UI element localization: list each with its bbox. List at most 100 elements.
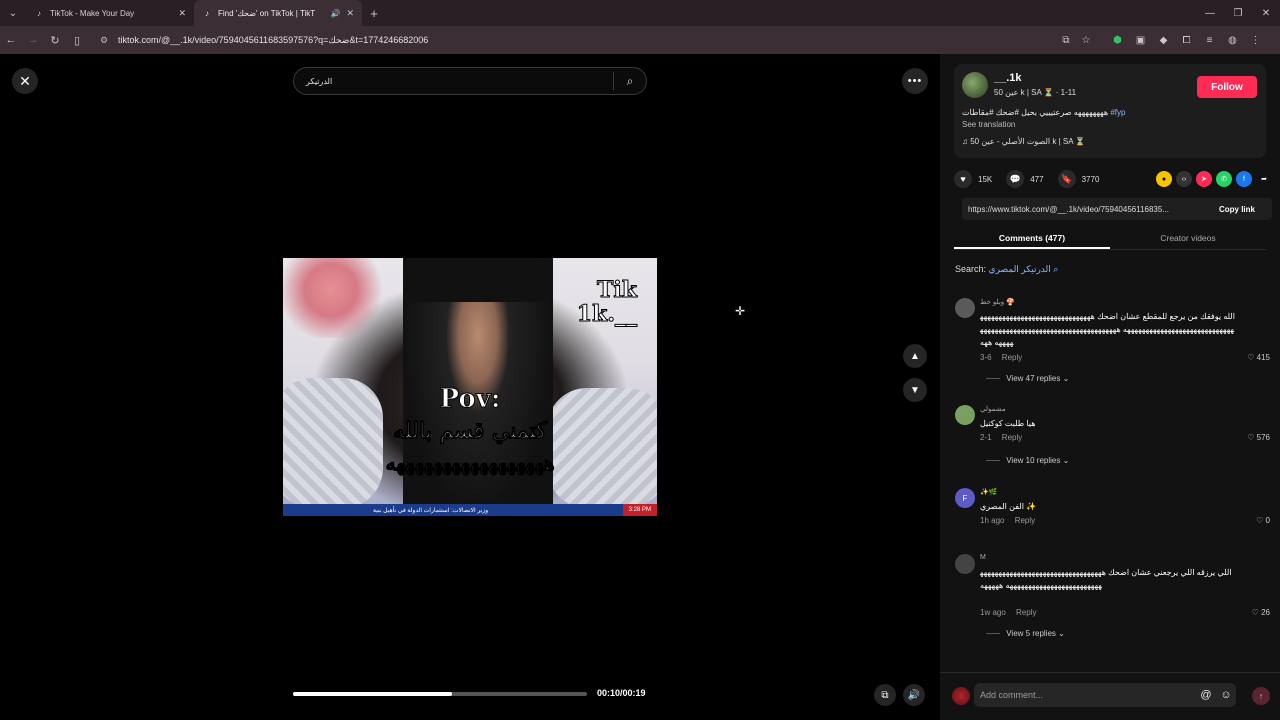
video-player[interactable]: Tik 1k.__ Pov: كتمني قسم بالله ههههههههه… bbox=[283, 54, 657, 720]
commenter-name[interactable]: ويلو خط 🍄 bbox=[980, 298, 1015, 306]
bookmark-star-icon[interactable]: ☆ bbox=[1076, 35, 1096, 46]
close-video-button[interactable]: ✕ bbox=[12, 68, 38, 94]
browser-toolbar: ← → ↻ ▯ ⚙ tiktok.com/@__.1k/video/759404… bbox=[0, 26, 1280, 54]
more-options-button[interactable]: ••• bbox=[902, 68, 928, 94]
browser-tab-search[interactable]: ♪ Find 'ضحك' on TikTok | TikT 🔊 ✕ bbox=[194, 0, 362, 26]
share-arrow-icon[interactable]: ➦ bbox=[1256, 171, 1272, 187]
forward-arrow-icon[interactable]: → bbox=[22, 34, 44, 46]
close-tab-icon[interactable]: ✕ bbox=[346, 8, 354, 19]
comment-placeholder: Add comment... bbox=[980, 690, 1044, 700]
background-decor bbox=[283, 258, 403, 338]
audio-playing-icon[interactable]: 🔊 bbox=[330, 9, 340, 18]
menu-lines-icon[interactable]: ≡ bbox=[1198, 35, 1221, 46]
back-arrow-icon[interactable]: ← bbox=[0, 34, 22, 46]
video-progress-bar[interactable] bbox=[293, 692, 587, 696]
follow-button[interactable]: Follow bbox=[1197, 76, 1257, 98]
reply-link[interactable]: Reply bbox=[1015, 516, 1035, 525]
comment-meta: 1w ago Reply bbox=[980, 608, 1036, 617]
address-bar[interactable]: ⚙ tiktok.com/@__.1k/video/75940456116835… bbox=[96, 29, 1096, 51]
comment-search-term[interactable]: الدرتيكر المصري bbox=[989, 264, 1051, 274]
embed-code-icon[interactable]: ‹› bbox=[1176, 171, 1192, 187]
search-icon[interactable]: ⌕ bbox=[614, 74, 646, 89]
creator-avatar[interactable] bbox=[962, 72, 988, 98]
side-panel-icon[interactable]: ▯ bbox=[66, 34, 88, 47]
mention-at-icon[interactable]: @ bbox=[1196, 689, 1216, 701]
bookmark-icon[interactable]: 🔖 bbox=[1057, 170, 1076, 188]
view-replies-link[interactable]: View 10 replies ⌄ bbox=[986, 456, 1069, 465]
site-info-icon[interactable]: ⚙ bbox=[100, 35, 114, 46]
video-search-bar[interactable]: الدرتيكر ⌕ bbox=[293, 67, 647, 95]
facebook-icon[interactable]: f bbox=[1236, 171, 1252, 187]
emoji-icon[interactable]: ☺ bbox=[1216, 689, 1236, 701]
view-replies-label: View 47 replies bbox=[1006, 374, 1061, 383]
save-stat[interactable]: 🔖 3770 bbox=[1057, 170, 1099, 188]
comment-date: 1h ago bbox=[980, 516, 1005, 525]
browser-tab-tiktok-home[interactable]: ♪ TikTok - Make Your Day ✕ bbox=[26, 0, 194, 26]
tab-creator-videos[interactable]: Creator videos bbox=[1110, 228, 1266, 249]
see-translation-link[interactable]: See translation bbox=[962, 120, 1015, 129]
view-replies-link[interactable]: View 5 replies ⌄ bbox=[986, 629, 1065, 638]
tab-comments[interactable]: Comments (477) bbox=[954, 228, 1110, 249]
video-frame[interactable]: Tik 1k.__ Pov: كتمني قسم بالله ههههههههه… bbox=[283, 258, 657, 516]
address-url: tiktok.com/@__.1k/video/7594045611683597… bbox=[118, 34, 429, 45]
shield-extension-icon[interactable]: ⬢ bbox=[1106, 35, 1129, 46]
comment-stat[interactable]: 💬 477 bbox=[1006, 170, 1044, 188]
share-link-text[interactable]: https://www.tiktok.com/@__.1k/video/7594… bbox=[962, 205, 1202, 214]
reload-icon[interactable]: ↻ bbox=[44, 34, 66, 47]
volume-icon[interactable]: 🔊 bbox=[903, 684, 925, 706]
chevron-down-icon: ⌄ bbox=[1058, 629, 1065, 638]
send-comment-icon[interactable]: ↑ bbox=[1252, 687, 1270, 705]
details-panel: __.1k 50 عين k | SA ⏳ · 1-11 Follow هههه… bbox=[940, 54, 1280, 720]
heart-outline-icon[interactable]: ♡ bbox=[1256, 516, 1265, 525]
commenter-avatar[interactable]: F bbox=[955, 488, 975, 508]
comment-search-suggestion[interactable]: Search: الدرتيكر المصري ⌕ bbox=[955, 264, 1058, 275]
minimize-icon[interactable]: — bbox=[1196, 8, 1224, 19]
next-video-button[interactable]: ▼ bbox=[903, 378, 927, 402]
copy-link-button[interactable]: Copy link bbox=[1202, 205, 1272, 214]
profile-avatar-icon[interactable]: ◍ bbox=[1221, 35, 1244, 46]
floating-player-icon[interactable]: ⧉ bbox=[874, 684, 896, 706]
view-replies-link[interactable]: View 47 replies ⌄ bbox=[986, 374, 1069, 383]
close-tab-icon[interactable]: ✕ bbox=[178, 8, 186, 19]
send-to-friends-icon[interactable]: ➤ bbox=[1196, 171, 1212, 187]
commenter-name[interactable]: ✨🌿 bbox=[980, 488, 997, 496]
kebab-menu-icon[interactable]: ⋮ bbox=[1244, 35, 1267, 46]
heart-icon[interactable]: ♥ bbox=[954, 170, 972, 188]
comment-bubble-icon[interactable]: 💬 bbox=[1006, 170, 1025, 188]
heart-outline-icon[interactable]: ♡ bbox=[1247, 433, 1256, 442]
install-app-icon[interactable]: ⧉ bbox=[1056, 35, 1076, 46]
comment-like[interactable]: ♡ 576 bbox=[1247, 433, 1270, 442]
commenter-avatar[interactable] bbox=[955, 554, 975, 574]
commenter-avatar[interactable] bbox=[955, 405, 975, 425]
hashtag-link[interactable]: #fyp bbox=[1110, 108, 1125, 117]
reply-link[interactable]: Reply bbox=[1002, 353, 1022, 362]
previous-video-button[interactable]: ▲ bbox=[903, 344, 927, 368]
creator-username[interactable]: __.1k bbox=[994, 72, 1022, 84]
like-stat[interactable]: ♥ 15K bbox=[954, 170, 992, 188]
new-tab-plus-icon[interactable]: + bbox=[362, 6, 386, 21]
commenter-name[interactable]: مشمولي bbox=[980, 405, 1006, 413]
extension-icon[interactable]: ▣ bbox=[1129, 35, 1152, 46]
commenter-name[interactable]: M bbox=[980, 554, 986, 561]
coin-gift-icon[interactable]: ● bbox=[1156, 171, 1172, 187]
reply-link[interactable]: Reply bbox=[1002, 433, 1022, 442]
ticker-text: وزير الاتصالات: استثمارات الدولة في تأهي… bbox=[373, 507, 489, 514]
comment-like[interactable]: ♡ 26 bbox=[1252, 608, 1270, 617]
caption-line: هههههههههههههههههه bbox=[385, 451, 555, 476]
whatsapp-icon[interactable]: ✆ bbox=[1216, 171, 1232, 187]
close-window-icon[interactable]: ✕ bbox=[1252, 8, 1280, 19]
heart-outline-icon[interactable]: ♡ bbox=[1252, 608, 1261, 617]
heart-outline-icon[interactable]: ♡ bbox=[1247, 353, 1256, 362]
caption-line: كتمني قسم بالله bbox=[393, 418, 548, 445]
music-info[interactable]: ♫ الصوت الأصلي - عين 50 k | SA ⏳ bbox=[962, 137, 1085, 146]
comment-like[interactable]: ♡ 415 bbox=[1247, 353, 1270, 362]
comment-like[interactable]: ♡ 0 bbox=[1256, 516, 1270, 525]
tab-search-chevron-icon[interactable]: ⌄ bbox=[0, 0, 26, 26]
reply-link[interactable]: Reply bbox=[1016, 608, 1036, 617]
commenter-avatar[interactable] bbox=[955, 298, 975, 318]
comment-input[interactable]: Add comment... @ ☺ bbox=[974, 683, 1236, 707]
puzzle-icon[interactable]: ⧠ bbox=[1175, 35, 1198, 46]
search-input[interactable]: الدرتيكر bbox=[294, 77, 613, 86]
extension-icon[interactable]: ◆ bbox=[1152, 35, 1175, 46]
maximize-icon[interactable]: ❐ bbox=[1224, 8, 1252, 19]
